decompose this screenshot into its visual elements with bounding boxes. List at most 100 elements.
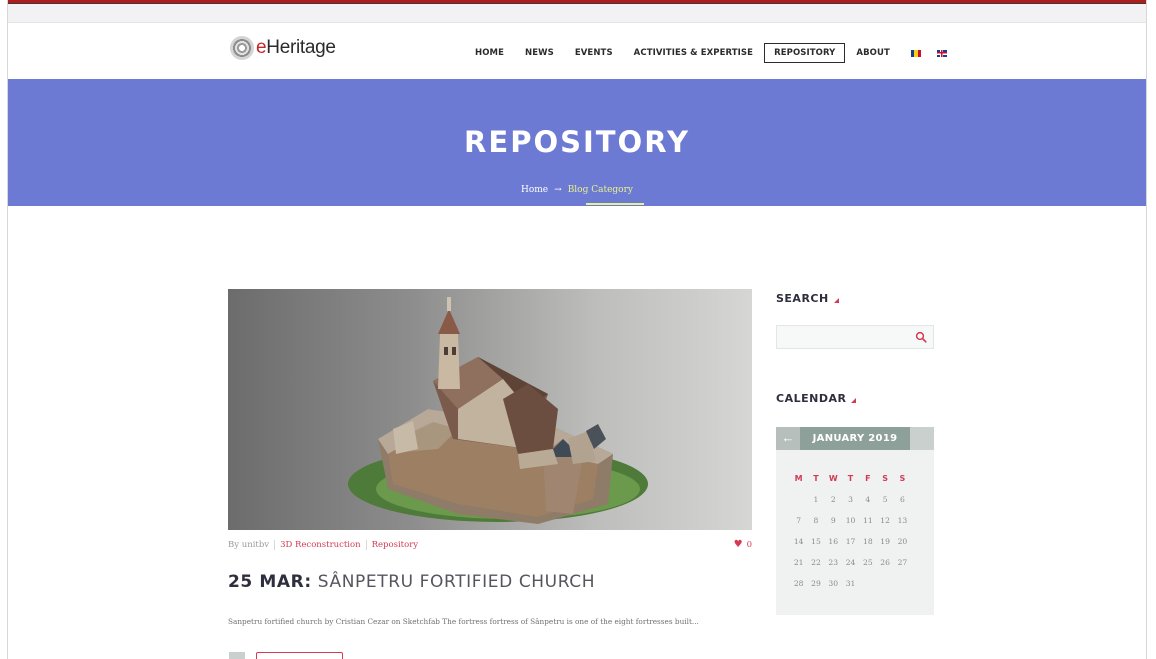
calendar-day: 5 [882, 495, 888, 504]
post-category-repository[interactable]: Repository [372, 540, 418, 550]
post-excerpt: Sanpetru fortified church by Cristian Ce… [228, 617, 699, 626]
post-likes[interactable]: ♥ 0 [734, 539, 752, 550]
uk-flag-icon[interactable] [936, 49, 947, 57]
logo-prefix: e [256, 37, 267, 58]
post-author[interactable]: By unitbv [228, 540, 269, 550]
breadcrumb-arrow-icon: → [554, 185, 562, 195]
calendar-title-text: CALENDAR [776, 392, 847, 405]
heart-icon: ♥ [733, 539, 743, 550]
calendar-day: 3 [848, 495, 853, 504]
calendar-week: 1 2 3 4 5 6 [790, 495, 911, 516]
calendar-day: 17 [845, 537, 856, 546]
calendar-day: 15 [811, 537, 821, 546]
logo-name: Heritage [266, 37, 336, 58]
top-band [8, 4, 1146, 23]
calendar-day: 30 [828, 579, 839, 588]
nav-repository[interactable]: REPOSITORY [764, 43, 846, 63]
calendar-day [876, 579, 893, 600]
calendar-day: 16 [828, 537, 839, 546]
calendar-day: 2 [830, 495, 836, 504]
post-title[interactable]: 25 MAR: SÂNPETRU FORTIFIED CHURCH [228, 572, 595, 592]
logo-text: eHeritage [256, 37, 336, 59]
calendar-day: 25 [863, 558, 873, 567]
calendar-day: 29 [811, 579, 821, 588]
calendar-week: 28 29 30 31 [790, 579, 911, 600]
main-nav: HOME NEWS EVENTS ACTIVITIES & EXPERTISE … [475, 43, 963, 63]
calendar-day: 26 [880, 558, 890, 567]
page-banner: REPOSITORY Home → Blog Category [8, 79, 1146, 206]
search-box [776, 325, 934, 349]
calendar-day: 11 [863, 516, 873, 525]
calendar-day: 23 [828, 558, 839, 567]
calendar-week: 14 15 16 17 18 19 20 [790, 537, 911, 558]
post-meta: By unitbv 3D Reconstruction Repository ♥… [228, 539, 752, 550]
fortified-church-3d-model [348, 297, 648, 524]
read-more-button[interactable] [256, 652, 343, 659]
calendar-day: 13 [897, 516, 908, 525]
breadcrumb: Home → Blog Category [8, 185, 1146, 195]
calendar-weekdays: M T W T F S S [790, 474, 911, 495]
romanian-flag-icon[interactable] [910, 49, 921, 57]
weekday-label: F [865, 474, 871, 483]
site-logo[interactable]: eHeritage [230, 35, 336, 61]
calendar-widget-title: CALENDAR [776, 392, 857, 405]
search-input[interactable] [777, 326, 907, 348]
nav-events[interactable]: EVENTS [575, 48, 613, 58]
site-header: eHeritage HOME NEWS EVENTS ACTIVITIES & … [8, 23, 1146, 79]
calendar-day: 27 [897, 558, 908, 567]
post-format-icon [229, 652, 245, 659]
calendar-day: 28 [793, 579, 804, 588]
calendar-header: ← JANUARY 2019 [776, 427, 934, 450]
meta-divider [365, 539, 367, 550]
title-accent-icon [851, 398, 857, 403]
breadcrumb-current: Blog Category [567, 185, 633, 195]
calendar-grid: M T W T F S S 1 2 3 4 5 6 7 8 9 10 11 12… [790, 474, 911, 600]
nav-home[interactable]: HOME [475, 48, 504, 58]
calendar-month: JANUARY 2019 [800, 427, 910, 450]
page-frame: eHeritage HOME NEWS EVENTS ACTIVITIES & … [7, 0, 1147, 659]
weekday-label: T [847, 474, 854, 483]
calendar-day: 7 [796, 516, 802, 525]
title-accent-icon [833, 298, 839, 303]
search-title-text: SEARCH [776, 292, 829, 305]
breadcrumb-underline [586, 203, 644, 205]
calendar-day: 18 [863, 537, 873, 546]
calendar-widget: ← JANUARY 2019 M T W T F S S 1 2 3 4 5 6 [776, 427, 934, 615]
search-icon[interactable] [915, 331, 927, 343]
post-date: 25 MAR: [228, 572, 312, 592]
calendar-day [790, 495, 807, 516]
breadcrumb-home[interactable]: Home [521, 185, 548, 195]
calendar-day: 19 [880, 537, 890, 546]
calendar-day: 9 [830, 516, 836, 525]
weekday-label: M [794, 474, 803, 483]
likes-count: 0 [746, 539, 752, 550]
weekday-label: S [882, 474, 889, 483]
nav-news[interactable]: NEWS [525, 48, 554, 58]
calendar-day: 22 [811, 558, 821, 567]
weekday-label: T [813, 474, 819, 483]
page-title: REPOSITORY [464, 125, 690, 159]
calendar-day: 1 [813, 495, 819, 504]
calendar-day: 31 [845, 579, 856, 588]
logo-emblem-icon [230, 36, 254, 60]
calendar-day: 12 [880, 516, 890, 525]
post-featured-image[interactable] [228, 289, 752, 530]
calendar-day: 10 [845, 516, 856, 525]
calendar-week: 21 22 23 24 25 26 27 [790, 558, 911, 579]
calendar-day: 20 [897, 537, 908, 546]
previous-month-icon[interactable]: ← [776, 427, 800, 450]
calendar-day: 24 [845, 558, 856, 567]
calendar-day: 6 [900, 495, 905, 504]
weekday-label: W [828, 474, 838, 483]
nav-activities-expertise[interactable]: ACTIVITIES & EXPERTISE [634, 48, 753, 58]
calendar-week: 7 8 9 10 11 12 13 [790, 516, 911, 537]
meta-divider [274, 539, 276, 550]
calendar-day [894, 579, 911, 600]
search-widget-title: SEARCH [776, 292, 839, 305]
nav-about[interactable]: ABOUT [856, 48, 889, 58]
calendar-day [859, 579, 876, 600]
post-title-text: SÂNPETRU FORTIFIED CHURCH [317, 572, 596, 592]
calendar-day: 4 [865, 495, 871, 504]
calendar-day: 14 [793, 537, 804, 546]
post-category-3d-reconstruction[interactable]: 3D Reconstruction [280, 540, 361, 550]
